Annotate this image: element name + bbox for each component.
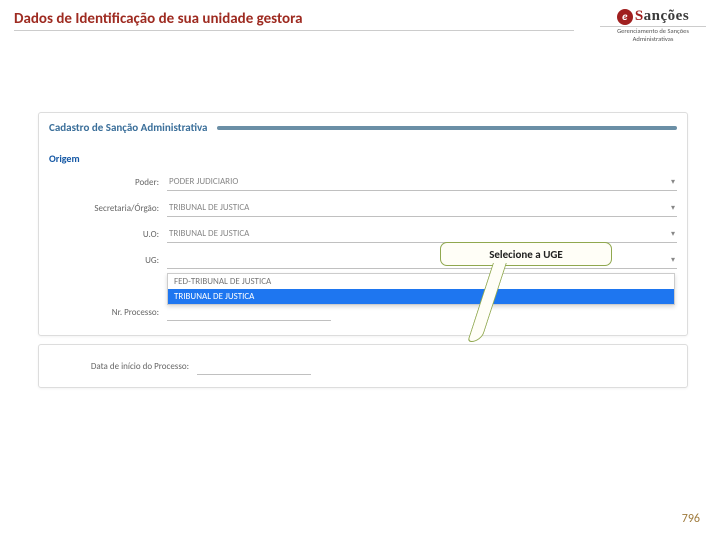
dropdown-ug: FED-TRIBUNAL DE JUSTICA TRIBUNAL DE JUST… <box>167 273 675 305</box>
select-poder[interactable] <box>167 174 677 191</box>
section-label-origem: Origem <box>39 138 687 169</box>
panel-main: Cadastro de Sanção Administrativa Origem… <box>38 112 688 336</box>
label-data-inicio: Data de início do Processo: <box>49 361 197 372</box>
app-logo: e Sanções Gerenciamento de Sanções Admin… <box>600 8 706 43</box>
panel-title: Cadastro de Sanção Administrativa <box>49 121 207 134</box>
label-uo: U.O: <box>49 229 167 240</box>
slide-title: Dados de Identificação de sua unidade ge… <box>14 10 574 31</box>
label-ug: UG: <box>49 255 167 266</box>
select-uo[interactable] <box>167 226 677 243</box>
logo-badge-icon: e <box>617 9 633 25</box>
panel-title-line <box>217 126 677 130</box>
input-nr-processo[interactable] <box>167 304 331 321</box>
row-poder: Poder: ▾ <box>39 169 687 195</box>
callout-text: Selecione a UGE <box>489 248 563 261</box>
page-number: 796 <box>682 512 700 526</box>
input-data-inicio[interactable] <box>197 358 311 375</box>
row-secretaria: Secretaria/Órgão: ▾ <box>39 195 687 221</box>
logo-word: Sanções <box>635 8 689 25</box>
logo-subtitle: Gerenciamento de Sanções Administrativas <box>600 26 706 43</box>
callout-select-uge: Selecione a UGE <box>440 242 612 266</box>
panel-data-inicio: Data de início do Processo: <box>38 344 688 388</box>
row-data-inicio: Data de início do Processo: <box>39 353 687 379</box>
label-poder: Poder: <box>49 177 167 188</box>
dropdown-option-fed[interactable]: FED-TRIBUNAL DE JUSTICA <box>168 274 674 289</box>
label-secretaria: Secretaria/Órgão: <box>49 203 167 214</box>
dropdown-option-tribunal[interactable]: TRIBUNAL DE JUSTICA <box>168 289 674 304</box>
label-nr-processo: Nr. Processo: <box>49 307 167 318</box>
select-secretaria[interactable] <box>167 200 677 217</box>
